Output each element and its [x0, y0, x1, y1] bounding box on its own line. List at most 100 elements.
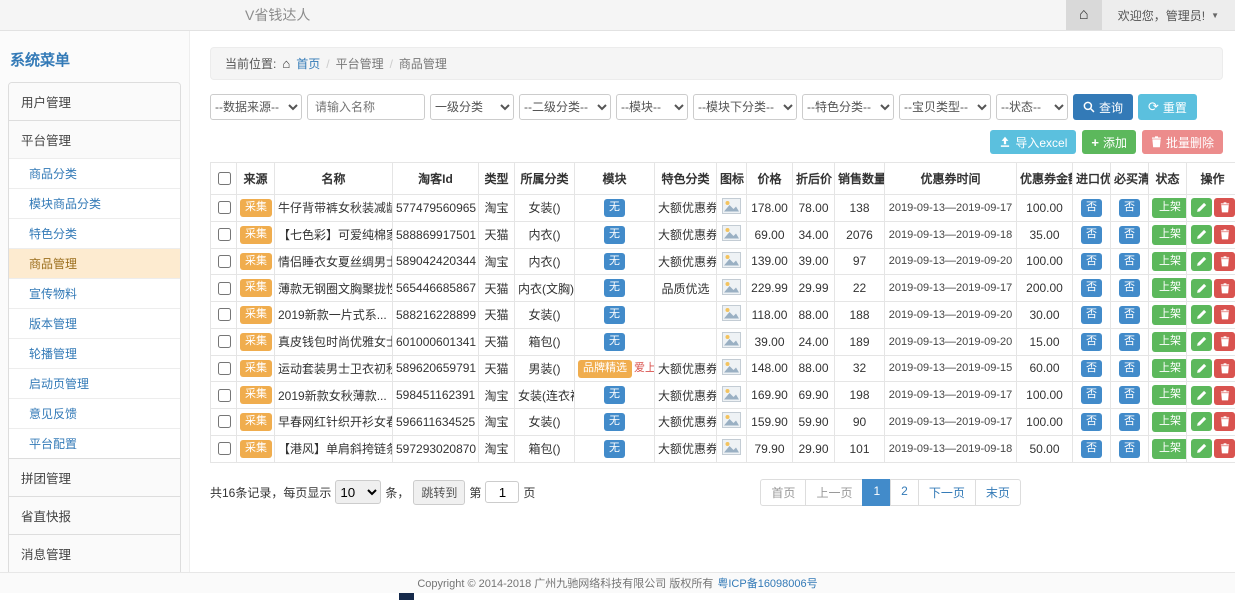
must-buy-badge[interactable]: 否 — [1119, 226, 1140, 244]
must-buy-badge[interactable]: 否 — [1119, 306, 1140, 324]
sidebar-item[interactable]: 启动页管理 — [9, 368, 180, 398]
row-checkbox[interactable] — [218, 415, 231, 428]
row-checkbox[interactable] — [218, 335, 231, 348]
filter-level1-select[interactable]: 一级分类 — [430, 94, 514, 120]
must-buy-badge[interactable]: 否 — [1119, 386, 1140, 404]
row-checkbox[interactable] — [218, 282, 231, 295]
must-buy-badge[interactable]: 否 — [1119, 440, 1140, 458]
page-button[interactable]: 2 — [890, 479, 919, 506]
add-button[interactable]: + 添加 — [1082, 130, 1136, 154]
filter-item-type-select[interactable]: --宝贝类型-- — [899, 94, 991, 120]
status-badge[interactable]: 上架 — [1152, 225, 1187, 245]
import-select-badge[interactable]: 否 — [1081, 253, 1102, 271]
status-badge[interactable]: 上架 — [1152, 412, 1187, 432]
row-checkbox[interactable] — [218, 255, 231, 268]
jump-button[interactable]: 跳转到 — [413, 480, 465, 505]
delete-button[interactable] — [1214, 332, 1235, 351]
edit-button[interactable] — [1191, 386, 1212, 405]
import-select-badge[interactable]: 否 — [1081, 360, 1102, 378]
name-search-input[interactable] — [307, 94, 425, 120]
page-button[interactable]: 首页 — [760, 479, 806, 506]
status-badge[interactable]: 上架 — [1152, 359, 1187, 379]
import-select-badge[interactable]: 否 — [1081, 199, 1102, 217]
sidebar-item[interactable]: 意见反馈 — [9, 398, 180, 428]
edit-button[interactable] — [1191, 279, 1212, 298]
must-buy-badge[interactable]: 否 — [1119, 253, 1140, 271]
delete-button[interactable] — [1214, 412, 1235, 431]
edit-button[interactable] — [1191, 198, 1212, 217]
delete-button[interactable] — [1214, 252, 1235, 271]
import-select-badge[interactable]: 否 — [1081, 306, 1102, 324]
status-badge[interactable]: 上架 — [1152, 439, 1187, 459]
filter-data-source-select[interactable]: --数据来源-- — [210, 94, 302, 120]
sidebar-item[interactable]: 版本管理 — [9, 308, 180, 338]
delete-button[interactable] — [1214, 225, 1235, 244]
status-badge[interactable]: 上架 — [1152, 332, 1187, 352]
sidebar-item[interactable]: 商品分类 — [9, 158, 180, 188]
sidebar-item[interactable]: 平台管理 — [9, 120, 180, 158]
status-badge[interactable]: 上架 — [1152, 385, 1187, 405]
delete-button[interactable] — [1214, 198, 1235, 217]
status-badge[interactable]: 上架 — [1152, 198, 1187, 218]
delete-button[interactable] — [1214, 359, 1235, 378]
filter-special-select[interactable]: --特色分类-- — [802, 94, 894, 120]
row-checkbox[interactable] — [218, 228, 231, 241]
filter-module-select[interactable]: --模块-- — [616, 94, 688, 120]
import-select-badge[interactable]: 否 — [1081, 440, 1102, 458]
edit-button[interactable] — [1191, 359, 1212, 378]
reset-button[interactable]: ⟳ 重置 — [1138, 94, 1197, 120]
row-checkbox[interactable] — [218, 362, 231, 375]
status-badge[interactable]: 上架 — [1152, 278, 1187, 298]
sidebar-item[interactable]: 消息管理 — [9, 534, 180, 572]
sidebar-item[interactable]: 拼团管理 — [9, 458, 180, 496]
row-checkbox[interactable] — [218, 201, 231, 214]
page-button[interactable]: 1 — [862, 479, 891, 506]
select-all-checkbox[interactable] — [218, 172, 231, 185]
delete-button[interactable] — [1214, 386, 1235, 405]
page-button[interactable]: 下一页 — [918, 479, 976, 506]
page-button[interactable]: 末页 — [975, 479, 1021, 506]
sidebar-item[interactable]: 用户管理 — [9, 83, 180, 120]
sidebar-item[interactable]: 宣传物料 — [9, 278, 180, 308]
row-checkbox[interactable] — [218, 389, 231, 402]
sidebar-item[interactable]: 平台配置 — [9, 428, 180, 458]
must-buy-badge[interactable]: 否 — [1119, 413, 1140, 431]
edit-button[interactable] — [1191, 305, 1212, 324]
filter-status-select[interactable]: --状态-- — [996, 94, 1068, 120]
edit-button[interactable] — [1191, 412, 1212, 431]
import-select-badge[interactable]: 否 — [1081, 333, 1102, 351]
per-page-select[interactable]: 10 — [335, 480, 381, 504]
filter-level2-select[interactable]: --二级分类-- — [519, 94, 611, 120]
edit-button[interactable] — [1191, 332, 1212, 351]
row-checkbox[interactable] — [218, 442, 231, 455]
search-button[interactable]: 查询 — [1073, 94, 1133, 120]
import-excel-button[interactable]: 导入excel — [990, 130, 1076, 154]
page-button[interactable]: 上一页 — [805, 479, 863, 506]
sidebar-item[interactable]: 模块商品分类 — [9, 188, 180, 218]
must-buy-badge[interactable]: 否 — [1119, 199, 1140, 217]
user-menu[interactable]: 欢迎您，管理员! ▼ — [1102, 0, 1235, 30]
icp-link[interactable]: 粤ICP备16098006号 — [717, 575, 817, 591]
page-number-input[interactable] — [485, 481, 519, 503]
breadcrumb-level1[interactable]: 平台管理 — [336, 55, 384, 72]
edit-button[interactable] — [1191, 252, 1212, 271]
delete-button[interactable] — [1214, 305, 1235, 324]
filter-module-sub-select[interactable]: --模块下分类-- — [693, 94, 797, 120]
edit-button[interactable] — [1191, 225, 1212, 244]
import-select-badge[interactable]: 否 — [1081, 386, 1102, 404]
import-select-badge[interactable]: 否 — [1081, 413, 1102, 431]
import-select-badge[interactable]: 否 — [1081, 279, 1102, 297]
must-buy-badge[interactable]: 否 — [1119, 360, 1140, 378]
row-checkbox[interactable] — [218, 308, 231, 321]
must-buy-badge[interactable]: 否 — [1119, 333, 1140, 351]
sidebar-item[interactable]: 商品管理 — [9, 248, 180, 278]
status-badge[interactable]: 上架 — [1152, 305, 1187, 325]
delete-button[interactable] — [1214, 279, 1235, 298]
breadcrumb-home-link[interactable]: 首页 — [296, 55, 320, 72]
edit-button[interactable] — [1191, 439, 1212, 458]
batch-delete-button[interactable]: 批量删除 — [1142, 130, 1223, 154]
delete-button[interactable] — [1214, 439, 1235, 458]
status-badge[interactable]: 上架 — [1152, 252, 1187, 272]
sidebar-item[interactable]: 省直快报 — [9, 496, 180, 534]
must-buy-badge[interactable]: 否 — [1119, 279, 1140, 297]
